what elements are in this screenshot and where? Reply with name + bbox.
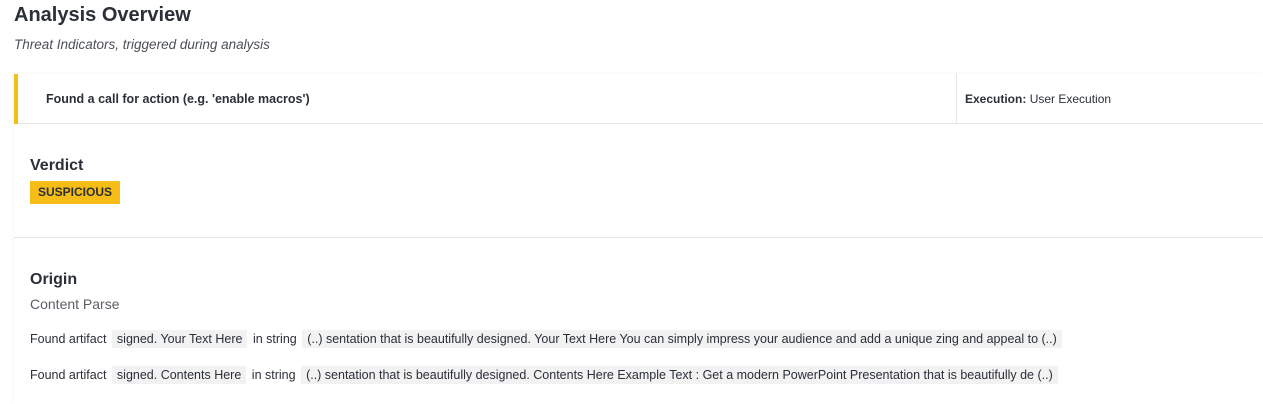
indicator-category-value: User Execution	[1029, 92, 1112, 106]
artifact-chip: signed. Contents Here	[111, 366, 247, 384]
artifact-prefix: Found artifact	[30, 368, 107, 382]
origin-heading: Origin	[30, 271, 78, 288]
indicator-category: Execution: User Execution	[965, 92, 1111, 106]
severity-accent-bar	[14, 74, 18, 124]
artifact-string-chip: (..) sentation that is beautifully desig…	[301, 366, 1058, 384]
artifact-line: Found artifact signed. Your Text Here in…	[30, 330, 1064, 348]
artifact-prefix: Found artifact	[30, 332, 107, 346]
page-title: Analysis Overview	[14, 4, 191, 26]
verdict-badge: SUSPICIOUS	[30, 181, 121, 204]
indicator-divider	[956, 74, 957, 124]
artifact-chip: signed. Your Text Here	[111, 330, 248, 348]
threat-indicator-row[interactable]: Found a call for action (e.g. 'enable ma…	[14, 74, 1263, 124]
verdict-section: Verdict SUSPICIOUS	[14, 124, 1263, 238]
page-subtitle: Threat Indicators, triggered during anal…	[14, 37, 270, 52]
artifact-middle: in string	[252, 332, 297, 346]
origin-source: Content Parse	[30, 296, 120, 312]
threat-indicator-panel: Found a call for action (e.g. 'enable ma…	[14, 74, 1263, 404]
indicator-description: Found a call for action (e.g. 'enable ma…	[46, 92, 310, 106]
analysis-overview-page: Analysis Overview Threat Indicators, tri…	[0, 0, 1263, 404]
verdict-heading: Verdict	[30, 157, 84, 174]
artifact-line: Found artifact signed. Contents Here in …	[30, 366, 1060, 384]
artifact-middle: in string	[251, 368, 296, 382]
artifact-string-chip: (..) sentation that is beautifully desig…	[302, 330, 1062, 348]
indicator-category-label: Execution:	[965, 92, 1027, 106]
origin-section: Origin Content Parse Found artifact sign…	[14, 238, 1263, 404]
